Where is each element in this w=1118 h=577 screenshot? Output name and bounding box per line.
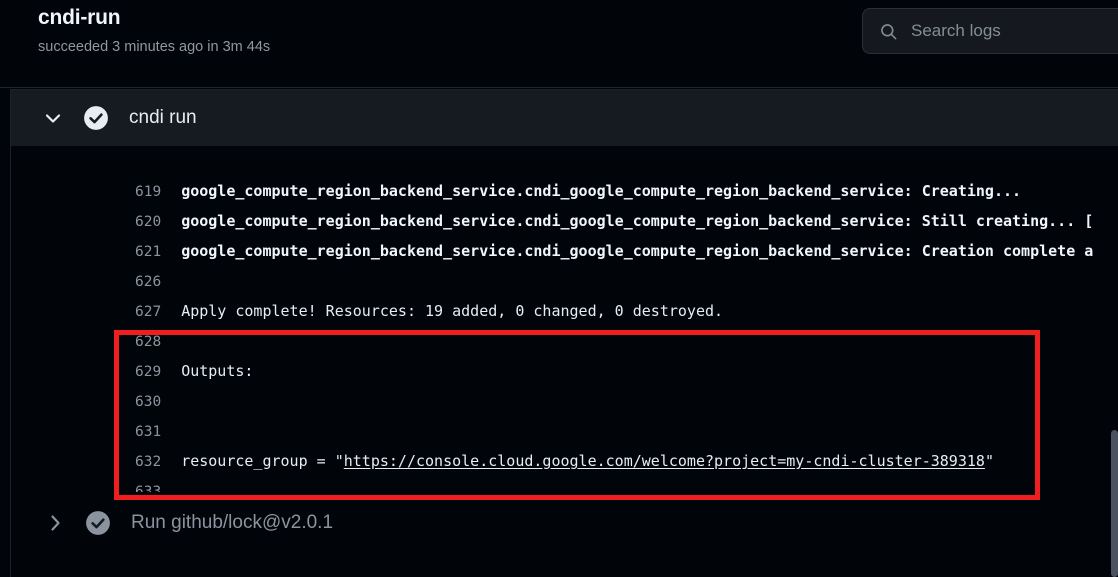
- page-title: cndi-run: [38, 6, 121, 29]
- log-line: 630: [11, 356, 1118, 410]
- check-circle-icon: [84, 106, 108, 130]
- chevron-down-icon[interactable]: [41, 106, 65, 130]
- log-group-label: Run github/lock@v2.0.1: [131, 512, 334, 533]
- vertical-scrollbar-thumb[interactable]: [1111, 430, 1118, 577]
- log-group-label: cndi run: [129, 107, 197, 128]
- log-line: 633: [11, 446, 1118, 492]
- log-line: 631: [11, 386, 1118, 440]
- log-lines[interactable]: 619 google_compute_region_backend_service…: [11, 146, 1118, 492]
- log-group-cndi-run[interactable]: cndi run: [11, 90, 1118, 146]
- log-line: 626: [11, 236, 1118, 290]
- search-logs-box[interactable]: [862, 8, 1118, 54]
- log-line: 629 Outputs:: [11, 326, 1118, 380]
- log-line: 620 google_compute_region_backend_service…: [11, 176, 1118, 230]
- log-group-run-github-lock[interactable]: Run github/lock@v2.0.1: [11, 492, 1118, 554]
- line-number: 633: [134, 484, 162, 492]
- search-icon: [881, 23, 897, 39]
- log-line: 621 google_compute_region_backend_service…: [11, 206, 1118, 260]
- run-status-summary: succeeded 3 minutes ago in 3m 44s: [38, 39, 271, 55]
- log-line-resource-group: 632 resource_group = "https://console.clo…: [11, 416, 1118, 470]
- log-panel: cndi run 619 google_compute_region_backen…: [10, 89, 1118, 577]
- log-line: 628: [11, 296, 1118, 350]
- log-line: 627 Apply complete! Resources: 19 added, …: [11, 266, 1118, 320]
- check-circle-icon: [86, 511, 110, 535]
- log-line: 619 google_compute_region_backend_service…: [11, 146, 1118, 200]
- search-input[interactable]: [911, 21, 1111, 41]
- chevron-right-icon[interactable]: [43, 511, 67, 535]
